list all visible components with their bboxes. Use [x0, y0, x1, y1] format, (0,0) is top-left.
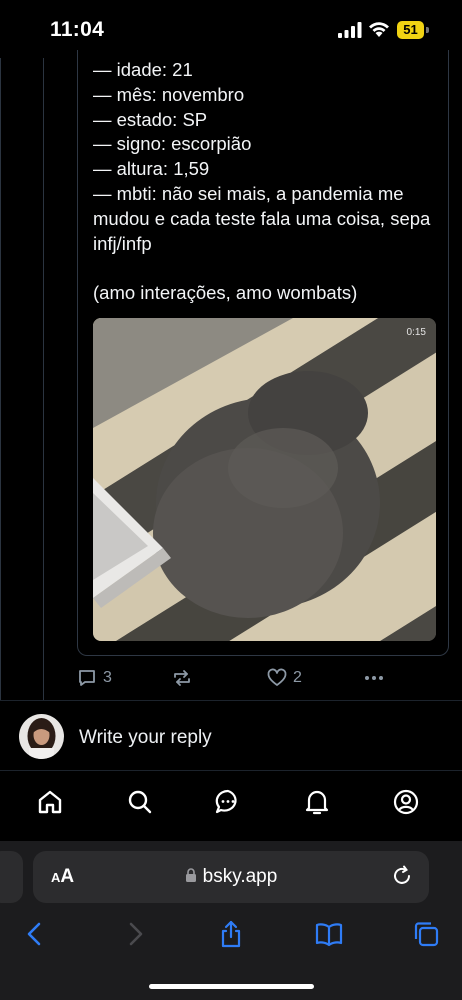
bookmarks-button[interactable]: [314, 919, 344, 949]
book-icon: [315, 923, 343, 947]
post-text: — idade: 21 — mês: novembro — estado: SP…: [93, 58, 443, 306]
heart-icon: [267, 668, 287, 686]
share-button[interactable]: [216, 919, 246, 949]
forward-button[interactable]: [120, 919, 150, 949]
chat-icon: [215, 789, 237, 814]
reply-composer[interactable]: Write your reply: [0, 708, 462, 770]
battery-level: 51: [397, 21, 424, 39]
bio-line-state: — estado: SP: [93, 108, 208, 130]
back-button[interactable]: [20, 919, 50, 949]
reply-button[interactable]: 3: [77, 668, 112, 688]
chevron-left-icon: [27, 922, 41, 946]
wifi-icon: [369, 22, 389, 37]
tabs-button[interactable]: [411, 919, 441, 949]
address-bar[interactable]: AA bsky.app: [33, 851, 429, 903]
screen: 11:04 51 — idade: 21 — mês: novembro — e…: [0, 0, 462, 1000]
battery-cap: [426, 27, 429, 33]
user-avatar-image: [19, 714, 64, 759]
thread-line: [43, 58, 44, 700]
divider: [0, 700, 462, 701]
browser-chrome: AA bsky.app: [0, 841, 462, 1000]
repost-icon: [174, 670, 190, 686]
avatar: [19, 714, 64, 759]
tabs-icon: [414, 922, 439, 947]
wombat-image: [93, 318, 436, 641]
url-display[interactable]: bsky.app: [33, 866, 429, 888]
video-timestamp: 0:15: [406, 327, 426, 338]
thread-line: [0, 58, 1, 700]
post-actions: 3 2: [0, 664, 462, 696]
bio-line-mbti: — mbti: não sei mais, a pandemia me mudo…: [93, 182, 431, 254]
chevron-right-icon: [129, 922, 143, 946]
nav-notifications[interactable]: [302, 787, 332, 817]
like-count: 2: [293, 669, 302, 686]
previous-tab-preview[interactable]: [0, 851, 23, 903]
search-icon: [128, 790, 152, 814]
bio-line-height: — altura: 1,59: [93, 158, 210, 180]
notifications-icon: [305, 790, 329, 815]
bio-closing: (amo interações, amo wombats): [93, 282, 358, 304]
nav-search[interactable]: [125, 787, 155, 817]
status-time: 11:04: [50, 18, 105, 41]
bottom-navigation: [0, 771, 462, 841]
home-indicator: [149, 984, 314, 989]
bio-line-age: — idade: 21: [93, 59, 193, 80]
more-options-button[interactable]: [364, 668, 384, 688]
reload-icon[interactable]: [391, 865, 413, 887]
share-icon: [221, 920, 241, 948]
battery-indicator: 51: [397, 21, 430, 39]
cellular-signal-icon: [338, 22, 362, 38]
post-video-thumbnail[interactable]: 0:15: [93, 318, 436, 641]
nav-chat[interactable]: [213, 787, 243, 817]
profile-icon: [393, 789, 419, 815]
bio-line-sign: — signo: escorpião: [93, 133, 252, 155]
reply-count: 3: [103, 669, 112, 686]
bio-line-month: — mês: novembro: [93, 83, 245, 105]
lock-icon: [185, 868, 196, 882]
nav-profile[interactable]: [391, 787, 421, 817]
more-icon: [365, 676, 383, 680]
reply-input[interactable]: Write your reply: [79, 727, 212, 749]
repost-button[interactable]: [172, 668, 192, 688]
comment-icon: [79, 670, 95, 686]
like-button[interactable]: 2: [267, 668, 302, 688]
url-text: bsky.app: [202, 866, 278, 887]
home-icon: [38, 790, 62, 814]
nav-home[interactable]: [35, 787, 65, 817]
